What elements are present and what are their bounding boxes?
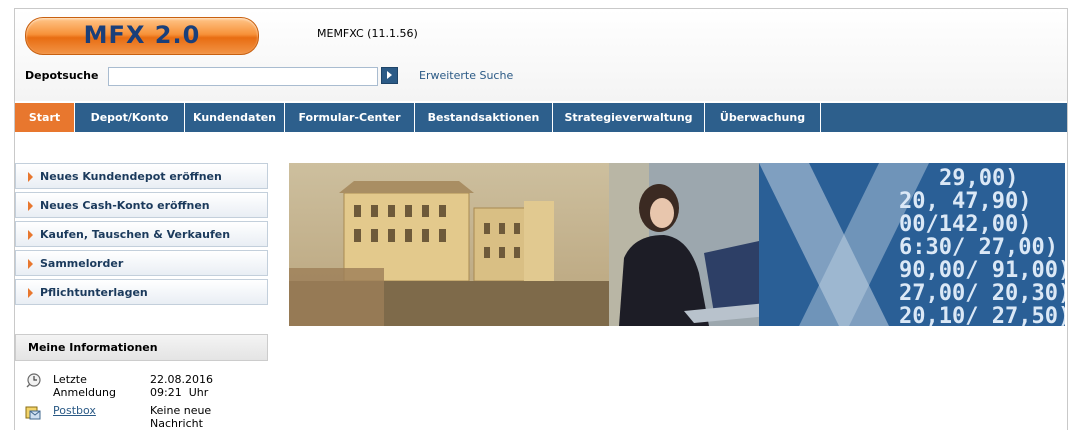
arrow-right-icon	[28, 201, 33, 211]
main-nav: Start Depot/Konto Kundendaten Formular-C…	[15, 103, 1067, 132]
last-login-label: Letzte Anmeldung	[53, 373, 116, 399]
svg-text:27,00/ 20,30): 27,00/ 20,30)	[899, 281, 1065, 306]
svg-text:20, 47,90): 20, 47,90)	[899, 189, 1031, 214]
menu-item-new-depot[interactable]: Neues Kundendepot eröffnen	[15, 163, 268, 189]
header: MFX 2.0 MEMFXC (11.1.56) Depotsuche Erwe…	[15, 9, 1067, 101]
svg-text:00/142,00): 00/142,00)	[899, 212, 1031, 237]
search-go-button[interactable]	[381, 67, 398, 84]
last-login-value: 22.08.2016 09:21 Uhr	[150, 373, 213, 399]
banner-image: 29,00) 20, 47,90) 00/142,00) 6:30/ 27,00…	[289, 163, 1065, 326]
app-window: MFX 2.0 MEMFXC (11.1.56) Depotsuche Erwe…	[14, 8, 1068, 430]
svg-text:29,00): 29,00)	[939, 166, 1018, 191]
menu-item-bulk-order[interactable]: Sammelorder	[15, 250, 268, 276]
mfx-logo[interactable]: MFX 2.0	[25, 17, 259, 55]
tab-ueberwachung[interactable]: Überwachung	[705, 103, 821, 132]
advanced-search-link[interactable]: Erweiterte Suche	[419, 69, 513, 82]
arrow-right-icon	[28, 288, 33, 298]
svg-text:20,10/ 27,50): 20,10/ 27,50)	[899, 304, 1065, 326]
menu-item-label: Neues Kundendepot eröffnen	[40, 170, 222, 183]
tab-strategieverwaltung[interactable]: Strategieverwaltung	[553, 103, 705, 132]
hero-banner: 29,00) 20, 47,90) 00/142,00) 6:30/ 27,00…	[289, 163, 1065, 326]
tab-depot-konto[interactable]: Depot/Konto	[75, 103, 185, 132]
tab-formular-center[interactable]: Formular-Center	[285, 103, 415, 132]
menu-item-new-cash-account[interactable]: Neues Cash-Konto eröffnen	[15, 192, 268, 218]
svg-text:90,00/ 91,00): 90,00/ 91,00)	[899, 258, 1065, 283]
clock-icon	[26, 373, 41, 388]
menu-item-mandatory-documents[interactable]: Pflichtunterlagen	[15, 279, 268, 305]
arrow-right-icon	[28, 172, 33, 182]
tab-start[interactable]: Start	[15, 103, 75, 132]
postbox-link[interactable]: Postbox	[53, 404, 133, 417]
depot-search-input[interactable]	[108, 67, 378, 86]
tab-bestandsaktionen[interactable]: Bestandsaktionen	[415, 103, 553, 132]
quick-menu: Neues Kundendepot eröffnen Neues Cash-Ko…	[15, 163, 268, 308]
my-information-header: Meine Informationen	[15, 334, 268, 361]
logo-text: MFX 2.0	[83, 21, 201, 49]
menu-item-label: Kaufen, Tauschen & Verkaufen	[40, 228, 231, 241]
postbox-value: Keine neue Nachricht	[150, 404, 212, 430]
app-version: MEMFXC (11.1.56)	[317, 27, 418, 40]
menu-item-label: Pflichtunterlagen	[40, 286, 148, 299]
arrow-right-icon	[28, 259, 33, 269]
arrow-right-icon	[28, 230, 33, 240]
menu-item-buy-switch-sell[interactable]: Kaufen, Tauschen & Verkaufen	[15, 221, 268, 247]
depot-search-label: Depotsuche	[25, 69, 99, 82]
postbox-icon	[25, 406, 41, 420]
menu-item-label: Sammelorder	[40, 257, 124, 270]
menu-item-label: Neues Cash-Konto eröffnen	[40, 199, 210, 212]
svg-text:6:30/ 27,00): 6:30/ 27,00)	[899, 235, 1058, 260]
tab-kundendaten[interactable]: Kundendaten	[185, 103, 285, 132]
